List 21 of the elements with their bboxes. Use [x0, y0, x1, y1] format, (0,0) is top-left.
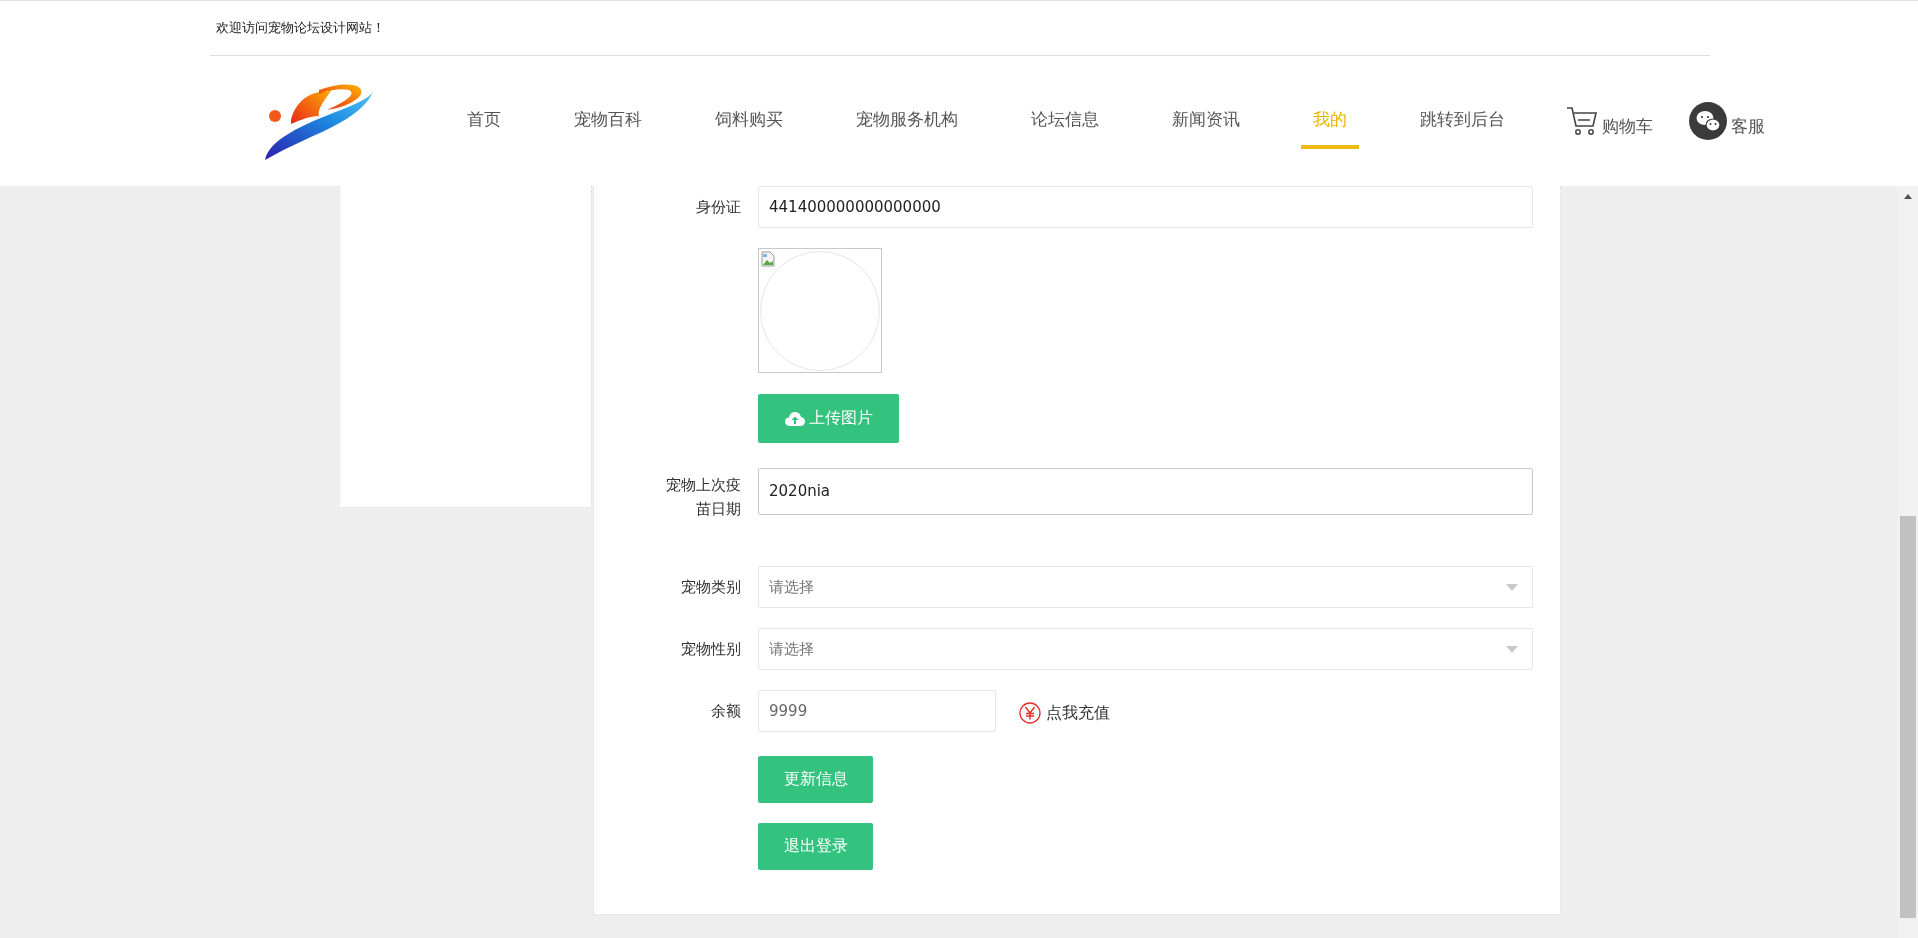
nav-link[interactable]: 宠物服务机构 [844, 93, 970, 149]
nav-link[interactable]: 饲料购买 [703, 93, 795, 149]
nav-link[interactable]: 首页 [467, 93, 513, 149]
recharge-link[interactable]: 点我充值 [1019, 702, 1110, 724]
select-field[interactable]: 请选择 [758, 566, 1533, 608]
field-label: 余额 [710, 701, 741, 721]
vaccine-date-field[interactable]: 2020nia [758, 467, 1533, 515]
nav-link[interactable]: 新闻资讯 [1160, 93, 1252, 149]
cart-link[interactable]: 购物车 [1566, 104, 1653, 138]
nav-link[interactable]: 宠物百科 [562, 93, 654, 149]
service-link[interactable]: 客服 [1689, 102, 1765, 140]
nav-link[interactable]: 论坛信息 [1019, 93, 1111, 149]
id-card-field[interactable]: 441400000000000000 [758, 186, 1533, 228]
welcome-text: 欢迎访问宠物论坛设计网站！ [216, 19, 385, 37]
field-label: 身份证 [695, 197, 741, 217]
field-label: 宠物类别 [680, 577, 741, 597]
balance-field[interactable]: 9999 [758, 690, 996, 732]
field-label: 宠物性别 [680, 639, 741, 659]
nav-link[interactable]: 跳转到后台 [1408, 93, 1517, 149]
select-field[interactable]: 请选择 [758, 628, 1533, 670]
field-label: 宠物上次疫苗日期 [665, 475, 741, 520]
